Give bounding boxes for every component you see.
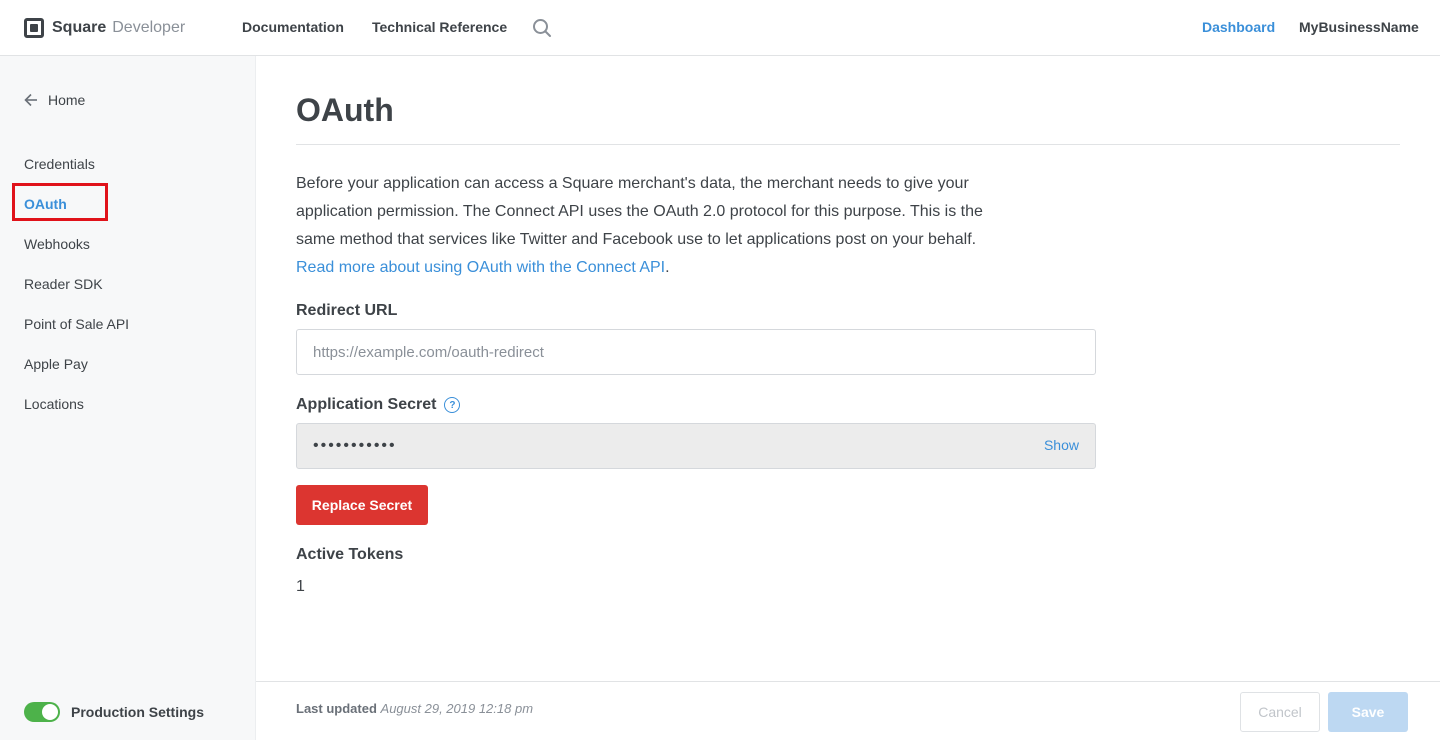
toggle-icon[interactable] [24, 702, 60, 722]
divider [296, 144, 1400, 145]
nav-business-name[interactable]: MyBusinessName [1299, 19, 1419, 35]
sidebar-item-credentials[interactable]: Credentials [24, 156, 95, 172]
page-title: OAuth [296, 92, 394, 128]
arrow-left-icon [24, 93, 37, 107]
brand-sub: Developer [112, 19, 186, 36]
redirect-url-label: Redirect URL [296, 302, 398, 319]
intro-paragraph: Before your application can access a Squ… [296, 170, 986, 282]
brand[interactable]: Square Developer [24, 16, 185, 40]
save-button[interactable]: Save [1328, 692, 1408, 732]
intro-end: . [665, 259, 670, 276]
active-tokens-label: Active Tokens [296, 546, 404, 563]
search-icon[interactable] [532, 18, 552, 38]
last-updated-label: Last updated [296, 701, 377, 716]
sidebar-item-point-of-sale-api[interactable]: Point of Sale API [24, 316, 129, 332]
cancel-button[interactable]: Cancel [1240, 692, 1320, 732]
production-settings-label: Production Settings [71, 704, 204, 720]
help-icon[interactable]: ? [444, 397, 461, 413]
application-secret-field: ••••••••••• Show [296, 423, 1096, 469]
intro-text: Before your application can access a Squ… [296, 175, 983, 248]
square-logo-icon [24, 18, 44, 38]
brand-name: Square [52, 19, 107, 36]
replace-secret-button[interactable]: Replace Secret [296, 485, 428, 525]
nav-dashboard[interactable]: Dashboard [1202, 19, 1275, 35]
footer-bar: Last updated August 29, 2019 12:18 pm Ca… [256, 681, 1440, 740]
production-settings: Production Settings [24, 702, 204, 722]
show-secret-button[interactable]: Show [1044, 437, 1079, 453]
sidebar-item-apple-pay[interactable]: Apple Pay [24, 356, 88, 372]
sidebar-item-reader-sdk[interactable]: Reader SDK [24, 276, 103, 292]
sidebar-home-link[interactable]: Home [24, 92, 85, 108]
active-tokens-value: 1 [296, 578, 305, 595]
sidebar-home-label: Home [48, 92, 86, 108]
nav-technical-reference[interactable]: Technical Reference [372, 19, 507, 35]
sidebar-item-locations[interactable]: Locations [24, 396, 84, 412]
highlight-box [12, 183, 108, 221]
sidebar-item-webhooks[interactable]: Webhooks [24, 236, 90, 252]
last-updated: Last updated August 29, 2019 12:18 pm [296, 701, 533, 716]
secret-masked-value: ••••••••••• [313, 437, 397, 454]
application-secret-label: Application Secret ? [296, 396, 461, 414]
sidebar: Home Credentials OAuth Webhooks Reader S… [0, 56, 256, 740]
nav-documentation[interactable]: Documentation [242, 19, 344, 35]
last-updated-date: August 29, 2019 12:18 pm [380, 701, 534, 716]
main-content: OAuth Before your application can access… [256, 56, 1440, 740]
application-secret-label-text: Application Secret [296, 396, 437, 413]
top-nav: Square Developer Documentation Technical… [0, 0, 1440, 56]
redirect-url-input[interactable] [296, 329, 1096, 375]
intro-link[interactable]: Read more about using OAuth with the Con… [296, 259, 665, 276]
